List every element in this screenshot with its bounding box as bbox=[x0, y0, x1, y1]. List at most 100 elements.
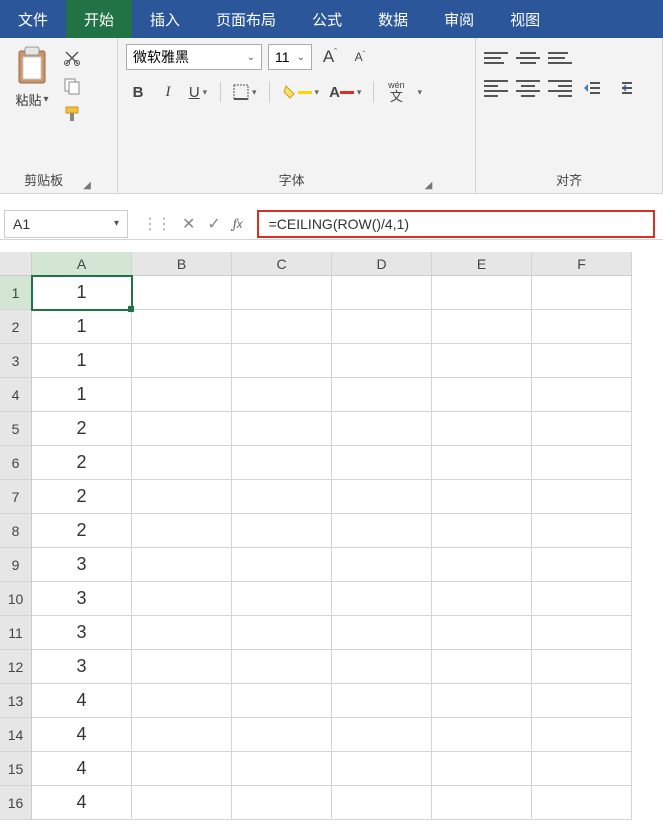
cut-icon[interactable] bbox=[62, 48, 82, 68]
cell-E16[interactable] bbox=[432, 786, 532, 820]
cell-A1[interactable]: 1 bbox=[32, 276, 132, 310]
cell-B14[interactable] bbox=[132, 718, 232, 752]
copy-icon[interactable] bbox=[62, 76, 82, 96]
cell-E10[interactable] bbox=[432, 582, 532, 616]
cell-C3[interactable] bbox=[232, 344, 332, 378]
cell-E15[interactable] bbox=[432, 752, 532, 786]
cancel-icon[interactable]: ✕ bbox=[182, 214, 195, 234]
indent-decrease-button[interactable] bbox=[580, 78, 604, 98]
cell-C7[interactable] bbox=[232, 480, 332, 514]
underline-button[interactable]: U▾ bbox=[186, 80, 210, 104]
cell-A13[interactable]: 4 bbox=[32, 684, 132, 718]
italic-button[interactable]: I bbox=[156, 80, 180, 104]
fill-color-button[interactable]: ▾ bbox=[280, 80, 322, 104]
row-header-12[interactable]: 12 bbox=[0, 650, 32, 684]
tab-layout[interactable]: 页面布局 bbox=[198, 0, 294, 38]
cell-F9[interactable] bbox=[532, 548, 632, 582]
cell-D15[interactable] bbox=[332, 752, 432, 786]
cell-F4[interactable] bbox=[532, 378, 632, 412]
cell-C2[interactable] bbox=[232, 310, 332, 344]
column-header-F[interactable]: F bbox=[532, 252, 632, 276]
indent-increase-button[interactable] bbox=[612, 78, 636, 98]
dialog-launcher-icon[interactable]: ◢ bbox=[425, 180, 433, 191]
row-header-8[interactable]: 8 bbox=[0, 514, 32, 548]
cell-E6[interactable] bbox=[432, 446, 532, 480]
cell-C6[interactable] bbox=[232, 446, 332, 480]
cell-E8[interactable] bbox=[432, 514, 532, 548]
cell-A9[interactable]: 3 bbox=[32, 548, 132, 582]
cell-F10[interactable] bbox=[532, 582, 632, 616]
align-top-button[interactable] bbox=[484, 48, 508, 68]
cell-D4[interactable] bbox=[332, 378, 432, 412]
increase-font-button[interactable]: Aˆ bbox=[318, 45, 342, 69]
tab-review[interactable]: 审阅 bbox=[426, 0, 492, 38]
cell-C11[interactable] bbox=[232, 616, 332, 650]
cell-D3[interactable] bbox=[332, 344, 432, 378]
cell-B4[interactable] bbox=[132, 378, 232, 412]
cell-E5[interactable] bbox=[432, 412, 532, 446]
select-all-corner[interactable] bbox=[0, 252, 32, 276]
cell-D14[interactable] bbox=[332, 718, 432, 752]
cell-F13[interactable] bbox=[532, 684, 632, 718]
cell-F14[interactable] bbox=[532, 718, 632, 752]
cell-E1[interactable] bbox=[432, 276, 532, 310]
row-header-5[interactable]: 5 bbox=[0, 412, 32, 446]
formula-input[interactable]: =CEILING(ROW()/4,1) bbox=[257, 210, 655, 238]
name-box[interactable]: A1▾ bbox=[4, 210, 128, 238]
cell-A2[interactable]: 1 bbox=[32, 310, 132, 344]
row-header-6[interactable]: 6 bbox=[0, 446, 32, 480]
cell-B11[interactable] bbox=[132, 616, 232, 650]
align-center-button[interactable] bbox=[516, 78, 540, 98]
cell-F8[interactable] bbox=[532, 514, 632, 548]
tab-data[interactable]: 数据 bbox=[360, 0, 426, 38]
cell-A15[interactable]: 4 bbox=[32, 752, 132, 786]
cell-C1[interactable] bbox=[232, 276, 332, 310]
cell-F3[interactable] bbox=[532, 344, 632, 378]
cell-E11[interactable] bbox=[432, 616, 532, 650]
cell-E12[interactable] bbox=[432, 650, 532, 684]
cell-F12[interactable] bbox=[532, 650, 632, 684]
row-header-7[interactable]: 7 bbox=[0, 480, 32, 514]
row-header-10[interactable]: 10 bbox=[0, 582, 32, 616]
cell-A16[interactable]: 4 bbox=[32, 786, 132, 820]
paste-button[interactable]: 粘贴▾ bbox=[8, 44, 56, 109]
row-header-14[interactable]: 14 bbox=[0, 718, 32, 752]
cell-A8[interactable]: 2 bbox=[32, 514, 132, 548]
cell-D5[interactable] bbox=[332, 412, 432, 446]
cell-B16[interactable] bbox=[132, 786, 232, 820]
confirm-icon[interactable]: ✓ bbox=[207, 214, 220, 234]
cell-E2[interactable] bbox=[432, 310, 532, 344]
cell-E3[interactable] bbox=[432, 344, 532, 378]
cell-E13[interactable] bbox=[432, 684, 532, 718]
cell-B3[interactable] bbox=[132, 344, 232, 378]
cell-B8[interactable] bbox=[132, 514, 232, 548]
cell-A11[interactable]: 3 bbox=[32, 616, 132, 650]
border-button[interactable]: ▾ bbox=[231, 80, 259, 104]
cell-C14[interactable] bbox=[232, 718, 332, 752]
align-right-button[interactable] bbox=[548, 78, 572, 98]
tab-insert[interactable]: 插入 bbox=[132, 0, 198, 38]
row-header-9[interactable]: 9 bbox=[0, 548, 32, 582]
cell-A3[interactable]: 1 bbox=[32, 344, 132, 378]
cell-A14[interactable]: 4 bbox=[32, 718, 132, 752]
cell-D1[interactable] bbox=[332, 276, 432, 310]
column-header-C[interactable]: C bbox=[232, 252, 332, 276]
cell-C8[interactable] bbox=[232, 514, 332, 548]
row-header-13[interactable]: 13 bbox=[0, 684, 32, 718]
cell-A7[interactable]: 2 bbox=[32, 480, 132, 514]
cell-B12[interactable] bbox=[132, 650, 232, 684]
cell-C10[interactable] bbox=[232, 582, 332, 616]
cell-A5[interactable]: 2 bbox=[32, 412, 132, 446]
chevron-down-icon[interactable]: ▾ bbox=[417, 87, 422, 98]
cell-D8[interactable] bbox=[332, 514, 432, 548]
font-color-button[interactable]: A▾ bbox=[327, 80, 363, 104]
cell-E7[interactable] bbox=[432, 480, 532, 514]
tab-view[interactable]: 视图 bbox=[492, 0, 558, 38]
cell-F16[interactable] bbox=[532, 786, 632, 820]
column-header-D[interactable]: D bbox=[332, 252, 432, 276]
font-size-select[interactable]: 11⌄ bbox=[268, 44, 312, 70]
align-bottom-button[interactable] bbox=[548, 48, 572, 68]
cell-D9[interactable] bbox=[332, 548, 432, 582]
column-header-B[interactable]: B bbox=[132, 252, 232, 276]
cell-C12[interactable] bbox=[232, 650, 332, 684]
